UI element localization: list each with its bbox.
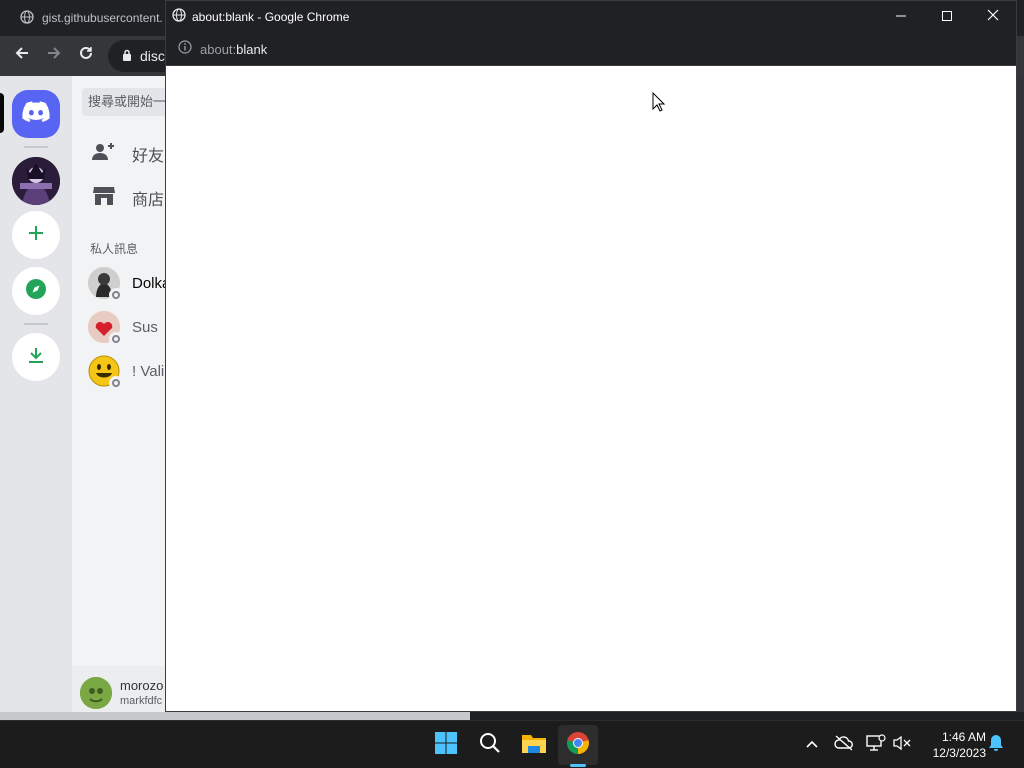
maximize-button[interactable]	[924, 1, 970, 33]
status-offline-icon	[109, 332, 123, 346]
discord-logo-icon	[22, 100, 50, 128]
discord-dm-sidebar: 搜尋或開始一 好友 商店 私人訊息 Dolka Sus ! Vali moroz…	[72, 76, 172, 720]
popup-window: about:blank - Google Chrome about: blank	[165, 0, 1017, 712]
add-server-button[interactable]	[12, 211, 60, 259]
popup-title-bar[interactable]: about:blank - Google Chrome	[166, 1, 1016, 33]
popup-window-title: about:blank - Google Chrome	[192, 10, 350, 24]
clock-time: 1:46 AM	[941, 730, 986, 744]
dm-item[interactable]: Dolka	[88, 262, 172, 304]
status-offline-icon	[109, 376, 123, 390]
mouse-cursor-icon	[652, 91, 666, 117]
dm-item[interactable]: ! Vali	[88, 350, 172, 392]
close-button[interactable]	[970, 1, 1016, 33]
clock-date: 12/3/2023	[932, 746, 986, 760]
lock-icon	[122, 48, 132, 64]
reload-icon[interactable]	[74, 44, 98, 68]
dm-section-header: 私人訊息	[90, 242, 139, 256]
globe-icon	[20, 9, 34, 27]
shop-icon	[92, 186, 116, 211]
nav-item-shop[interactable]: 商店	[80, 177, 172, 219]
nav-item-friends[interactable]: 好友	[80, 133, 172, 175]
user-name: morozo	[120, 678, 164, 693]
chrome-taskbar-button[interactable]	[558, 725, 598, 765]
bell-icon	[988, 734, 1004, 757]
volume-muted-icon	[892, 735, 912, 756]
dm-item[interactable]: Sus	[88, 306, 172, 348]
nav-item-label: 商店	[132, 192, 165, 209]
compass-icon	[25, 278, 47, 305]
search-icon	[479, 732, 501, 759]
status-offline-icon	[109, 288, 123, 302]
avatar[interactable]	[80, 677, 112, 709]
show-hidden-icons-button[interactable]	[800, 733, 824, 757]
friends-icon	[92, 142, 116, 167]
minimize-icon	[896, 8, 906, 26]
dm-name: ! Vali	[132, 362, 165, 380]
taskbar-clock[interactable]: 1:46 AM 12/3/2023	[920, 729, 986, 761]
avatar	[88, 355, 123, 390]
file-explorer-button[interactable]	[514, 725, 554, 765]
background-tab[interactable]: gist.githubusercontent.	[8, 4, 178, 32]
selected-server-indicator	[0, 93, 4, 133]
explore-servers-button[interactable]	[12, 267, 60, 315]
background-url-text: disc	[140, 48, 165, 64]
url-host: blank	[236, 41, 268, 57]
active-app-indicator	[570, 764, 586, 767]
forward-arrow-icon[interactable]	[42, 44, 66, 68]
download-apps-button[interactable]	[12, 333, 60, 381]
maximize-icon	[942, 8, 952, 26]
background-content-edge	[1016, 76, 1024, 720]
minimize-button[interactable]	[878, 1, 924, 33]
network-button[interactable]	[864, 733, 888, 757]
avatar	[88, 267, 123, 302]
start-button[interactable]	[426, 725, 466, 765]
globe-icon	[172, 7, 186, 27]
popup-address-bar[interactable]: about: blank	[166, 33, 1016, 66]
dm-search-input[interactable]: 搜尋或開始一	[82, 88, 172, 116]
info-icon[interactable]	[178, 39, 192, 59]
chrome-logo-icon	[566, 731, 590, 760]
notifications-button[interactable]	[984, 733, 1008, 757]
url-scheme: about:	[200, 41, 237, 57]
network-icon	[866, 733, 886, 757]
download-icon	[26, 345, 46, 370]
user-tag: markfdfc	[120, 695, 163, 707]
volume-button[interactable]	[890, 733, 914, 757]
server-separator	[24, 323, 48, 325]
close-icon	[987, 8, 999, 26]
chevron-up-icon	[805, 736, 819, 754]
back-arrow-icon[interactable]	[10, 44, 34, 68]
discord-home-button[interactable]	[12, 90, 60, 138]
avatar	[88, 311, 123, 346]
cloud-off-icon	[834, 734, 854, 756]
blank-page-content[interactable]	[166, 67, 1016, 711]
background-tab-title: gist.githubusercontent.	[42, 11, 163, 25]
onedrive-button[interactable]	[832, 733, 856, 757]
folder-icon	[521, 732, 547, 759]
windows-logo-icon	[434, 731, 458, 760]
windows-taskbar: 1:46 AM 12/3/2023	[0, 720, 1024, 768]
server-separator	[24, 146, 48, 148]
nav-item-label: 好友	[132, 148, 165, 165]
dm-name: Sus	[132, 318, 158, 336]
horizontal-scrollbar-thumb[interactable]	[0, 712, 470, 720]
plus-icon	[26, 223, 46, 248]
taskbar-search-button[interactable]	[470, 725, 510, 765]
server-icon-avatar[interactable]	[12, 157, 60, 205]
